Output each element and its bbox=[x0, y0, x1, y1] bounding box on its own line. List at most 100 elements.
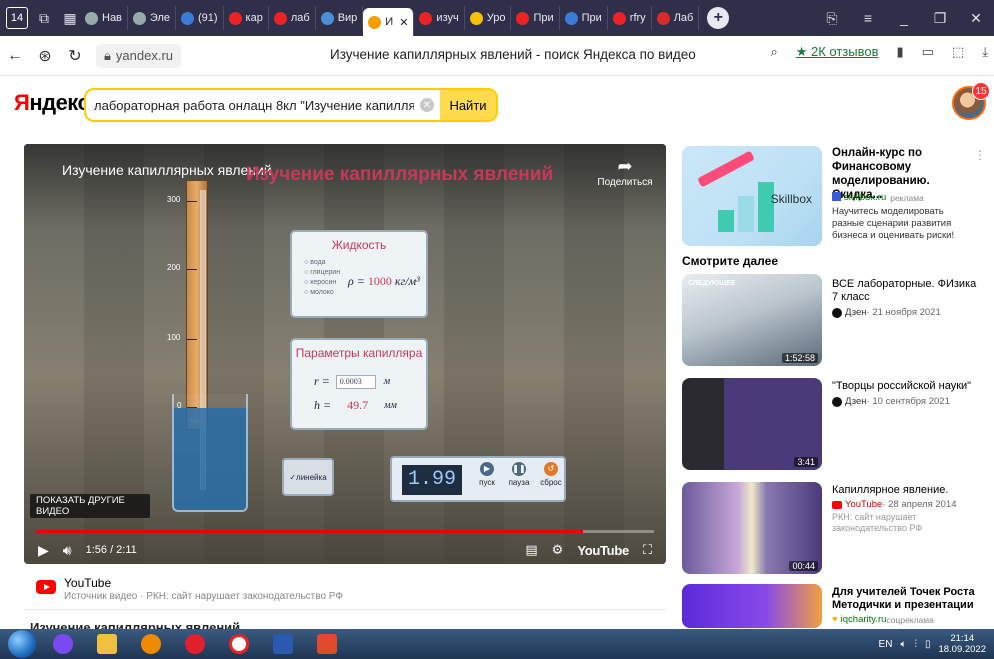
new-window-icon[interactable]: ⧉ bbox=[34, 8, 54, 28]
dzen-icon bbox=[832, 396, 842, 407]
recommendation-thumbnail[interactable] bbox=[682, 584, 822, 628]
ruler-checkbox[interactable]: ✓линейка bbox=[282, 458, 334, 496]
tab-11[interactable]: При bbox=[560, 6, 608, 30]
clock[interactable]: 21:14 18.09.2022 bbox=[938, 633, 986, 655]
tab-4[interactable]: кар bbox=[224, 6, 269, 30]
video-player[interactable]: Изучение капиллярных явлений Изучение ка… bbox=[24, 144, 666, 564]
recommendation-thumbnail[interactable]: 3:41 bbox=[682, 378, 822, 470]
tab-active[interactable]: И ✕ bbox=[363, 8, 415, 36]
avatar[interactable]: 15 bbox=[952, 82, 990, 120]
subtitles-icon[interactable]: ▤ bbox=[525, 542, 537, 558]
start-button[interactable] bbox=[8, 630, 36, 658]
recommendation-thumbnail[interactable]: 00:44 bbox=[682, 482, 822, 574]
tab-9[interactable]: Уро bbox=[465, 6, 512, 30]
bookmarks-icon[interactable]: ⎘ bbox=[814, 10, 850, 27]
play-icon[interactable]: ▶ bbox=[38, 542, 49, 559]
volume-tray-icon[interactable]: 🔈︎ bbox=[900, 639, 906, 650]
liquid-option-radio[interactable]: вода bbox=[304, 258, 340, 268]
reset-button[interactable]: ↺ сброс bbox=[536, 462, 566, 487]
tab-1[interactable]: Нав bbox=[80, 6, 128, 30]
tab-label: Эле bbox=[149, 12, 170, 24]
language-indicator[interactable]: EN bbox=[879, 639, 893, 650]
restore-icon[interactable]: ❐ bbox=[922, 10, 958, 27]
bookmark-icon[interactable]: ▮ bbox=[897, 44, 904, 60]
tab-favicon-icon bbox=[469, 11, 483, 25]
tab-favicon-icon bbox=[132, 11, 146, 25]
search-button[interactable]: Найти bbox=[440, 90, 496, 120]
progress-bar[interactable] bbox=[36, 530, 654, 533]
clear-icon[interactable]: ✕ bbox=[420, 98, 434, 112]
close-window-icon[interactable]: ✕ bbox=[958, 10, 994, 27]
recommendation-title[interactable]: "Творцы российской науки" bbox=[832, 380, 982, 393]
more-videos-button[interactable]: ПОКАЗАТЬ ДРУГИЕ ВИДЕО bbox=[30, 494, 150, 518]
radius-input[interactable]: 0.0003 bbox=[335, 374, 376, 389]
ad-thumbnail[interactable]: Skillbox bbox=[682, 146, 822, 246]
tab-13[interactable]: Лаб bbox=[652, 6, 700, 30]
yandex-browser-app-icon[interactable] bbox=[222, 631, 256, 657]
tab-label: И bbox=[385, 16, 394, 28]
reader-icon[interactable]: ▭ bbox=[922, 44, 934, 60]
recommendation-title[interactable]: Для учителей Точек Роста Методички и пре… bbox=[832, 586, 982, 612]
youtube-wordmark[interactable]: YouTube bbox=[577, 543, 629, 558]
battery-icon[interactable]: ▯ bbox=[925, 639, 931, 650]
menu-icon[interactable]: ≡ bbox=[850, 10, 886, 27]
source-name[interactable]: YouTube bbox=[64, 576, 111, 590]
settings-icon[interactable]: ⚙ bbox=[552, 542, 564, 558]
fullscreen-icon[interactable]: ⛶ bbox=[643, 542, 652, 558]
recommendation-source: Дзен bbox=[845, 396, 867, 407]
density-unit: кг/м³ bbox=[394, 274, 420, 288]
start-button[interactable]: ▶ пуск bbox=[472, 462, 502, 487]
yandex-logo[interactable]: Яндекс bbox=[14, 90, 90, 116]
network-icon[interactable]: ⫶ bbox=[914, 639, 917, 650]
tab-label: При bbox=[581, 12, 602, 24]
tab-label: (91) bbox=[197, 12, 218, 24]
pause-button[interactable]: ❚❚ пауза bbox=[504, 462, 534, 487]
tab-counter-button[interactable]: 14 bbox=[6, 7, 28, 29]
liquid-option-radio[interactable]: керосин bbox=[304, 278, 340, 288]
alice-app-icon[interactable] bbox=[46, 631, 80, 657]
avast-app-icon[interactable] bbox=[134, 631, 168, 657]
more-options-icon[interactable]: ⋮ bbox=[974, 148, 986, 162]
video-title[interactable]: Изучение капиллярных явлений bbox=[62, 162, 272, 178]
ruler-label: 100 bbox=[167, 333, 181, 342]
ad-bar bbox=[758, 182, 774, 232]
tab-3[interactable]: (91) bbox=[176, 6, 224, 30]
tab-12[interactable]: rfry bbox=[608, 6, 652, 30]
ad-source[interactable]: skillbox.ru bbox=[832, 192, 886, 203]
extensions-icon[interactable]: ⬚ bbox=[952, 44, 964, 60]
address-bar: ← ⊛ ↻ 🔒︎ yandex.ru Изучение капиллярных … bbox=[0, 36, 994, 76]
files-app-icon[interactable] bbox=[90, 631, 124, 657]
url-field[interactable]: 🔒︎ yandex.ru bbox=[96, 43, 182, 68]
tab-2[interactable]: Эле bbox=[128, 6, 176, 30]
search-input[interactable]: лабораторная работа онлацн 8кл "Изучение… bbox=[86, 98, 414, 113]
presentation-app-icon[interactable] bbox=[310, 631, 344, 657]
beaker bbox=[172, 394, 248, 512]
tab-10[interactable]: При bbox=[511, 6, 560, 30]
tab-8[interactable]: изуч bbox=[414, 6, 465, 30]
recommendation-title[interactable]: ВСЕ лабораторные. ФИзика 7 класс bbox=[832, 278, 982, 304]
liquid-option-radio[interactable]: молоко bbox=[304, 288, 340, 298]
reviews-link[interactable]: ★ 2К отзывов bbox=[796, 44, 879, 60]
watch-next-heading: Смотрите далее bbox=[682, 254, 778, 268]
search-lens-icon[interactable]: ⌕ bbox=[770, 44, 777, 60]
pause-label: пауза bbox=[508, 478, 530, 487]
liquid-option-radio[interactable]: глицерин bbox=[304, 268, 340, 278]
minimize-icon[interactable]: _ bbox=[886, 10, 922, 27]
tab-6[interactable]: Вир bbox=[316, 6, 364, 30]
opera-app-icon[interactable] bbox=[178, 631, 212, 657]
downloads-icon[interactable]: ⤓ bbox=[982, 44, 988, 60]
tab-5[interactable]: лаб bbox=[269, 6, 316, 30]
volume-icon[interactable]: 🔊︎ bbox=[63, 542, 72, 559]
back-icon[interactable]: ← bbox=[0, 47, 30, 65]
new-tab-button[interactable]: + bbox=[707, 7, 730, 29]
tab-close-icon[interactable]: ✕ bbox=[399, 16, 408, 29]
tabs-grid-icon[interactable]: ▦ bbox=[60, 8, 80, 28]
height-row: h = 49.7 мм bbox=[314, 398, 397, 413]
word-app-icon[interactable] bbox=[266, 631, 300, 657]
protect-icon[interactable]: ⊛ bbox=[30, 46, 60, 66]
recommendation-thumbnail[interactable]: СЛЕДУЮЩЕЕ 1:52:58 bbox=[682, 274, 822, 366]
share-button[interactable]: ➦ Поделиться bbox=[596, 156, 654, 188]
ruler-label: 200 bbox=[167, 263, 181, 272]
recommendation-title[interactable]: Капиллярное явление. bbox=[832, 484, 982, 497]
reload-icon[interactable]: ↻ bbox=[60, 46, 90, 66]
